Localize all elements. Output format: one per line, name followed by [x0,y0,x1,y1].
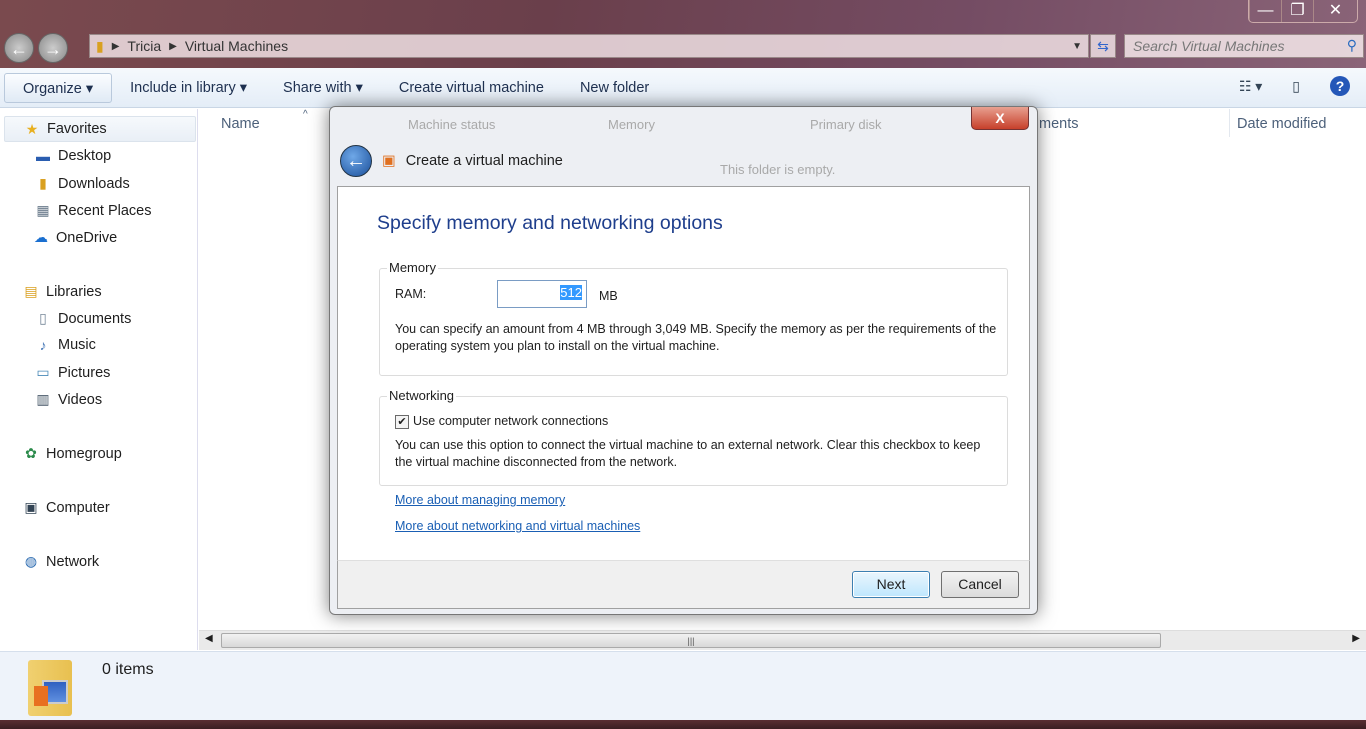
memory-group: Memory RAM: 512 MB You can specify an am… [379,260,1008,376]
details-pane: 0 items [0,651,1366,720]
preview-pane-icon[interactable]: ▯ [1292,78,1300,95]
refresh-button[interactable]: ⇆ [1090,34,1116,58]
ram-input[interactable]: 512 [497,280,587,308]
column-name[interactable]: Name [221,116,260,132]
title-bar: — ❐ ✕ ← → ▮ ▶ Tricia ▶ Virtual Machines … [0,0,1366,68]
sidebar-libraries[interactable]: ▤ Libraries [22,283,101,300]
virtual-machine-icon: ▣ [382,153,396,169]
column-memory: Memory [608,117,655,132]
column-machine-status: Machine status [408,117,496,132]
scrollbar-thumb[interactable]: ||| [221,633,1161,648]
ram-label: RAM: [395,287,427,301]
cloud-icon: ☁ [34,229,48,245]
memory-help-text: You can specify an amount from 4 MB thro… [395,322,997,353]
forward-button[interactable]: → [38,33,68,63]
sidebar-network[interactable]: ◍ Network [22,553,99,570]
minimize-button[interactable]: — [1249,0,1281,22]
homegroup-icon: ✿ [25,445,37,461]
pictures-icon: ▭ [36,364,50,380]
navigation-pane: ★ Favorites ▬ Desktop ▮ Downloads ▦ Recent P… [0,109,198,650]
networking-help-link[interactable]: More about networking and virtual machin… [395,519,640,533]
window-controls: — ❐ ✕ [1248,0,1358,23]
documents-icon: ▯ [39,310,47,326]
network-checkbox-row[interactable]: ✔ Use computer network connections [395,413,608,430]
new-folder-button[interactable]: New folder [562,73,667,103]
folder-icon: ▮ [96,37,104,54]
address-bar[interactable]: ▮ ▶ Tricia ▶ Virtual Machines ▼ [89,34,1089,58]
column-primary-disk: Primary disk [810,117,882,132]
taskbar [0,720,1366,729]
dialog-close-button[interactable]: X [971,107,1029,130]
help-icon[interactable]: ? [1330,76,1350,96]
recent-places-icon: ▦ [36,202,50,218]
empty-folder-text: This folder is empty. [720,162,836,177]
organize-button[interactable]: Organize ▾ [4,72,113,103]
column-date-modified[interactable]: Date modified [1237,116,1326,132]
libraries-icon: ▤ [24,283,38,299]
page-heading: Specify memory and networking options [377,212,723,234]
dialog-title: Create a virtual machine [405,153,563,169]
horizontal-scrollbar[interactable]: ◀ ||| ▶ [199,630,1366,650]
music-icon: ♪ [39,337,47,353]
ram-unit: MB [599,289,618,303]
dialog-back-button[interactable]: ← [340,145,372,177]
scroll-left-icon[interactable]: ◀ [205,633,213,644]
command-bar: Organize ▾ Include in library ▾ Share wi… [0,68,1366,108]
desktop-icon: ▬ [36,148,50,164]
search-icon[interactable]: ⚲ [1347,37,1357,54]
view-options-icon[interactable]: ☷ ▾ [1239,78,1262,95]
share-with-button[interactable]: Share with ▾ [265,73,381,103]
networking-help-text: You can use this option to connect the v… [395,438,981,469]
chevron-right-icon: ▶ [111,40,120,52]
next-button[interactable]: Next [852,571,930,598]
sidebar-favorites[interactable]: ★ Favorites [4,116,196,142]
create-virtual-machine-button[interactable]: Create virtual machine [381,73,562,103]
sidebar-item-onedrive[interactable]: ☁ OneDrive [32,229,117,246]
memory-legend: Memory [387,260,438,275]
videos-icon: ▥ [36,391,50,407]
networking-legend: Networking [387,388,457,403]
networking-group: Networking ✔ Use computer network connect… [379,388,1008,486]
memory-help-link[interactable]: More about managing memory [395,493,565,507]
virtual-machines-folder-icon [28,660,72,716]
downloads-icon: ▮ [39,175,47,191]
computer-icon: ▣ [24,499,38,515]
sidebar-item-desktop[interactable]: ▬ Desktop [34,148,111,164]
sidebar-item-pictures[interactable]: ▭ Pictures [34,364,110,381]
cancel-button[interactable]: Cancel [941,571,1019,598]
sidebar-computer[interactable]: ▣ Computer [22,499,109,516]
scroll-right-icon[interactable]: ▶ [1352,633,1360,644]
chevron-right-icon: ▶ [169,40,177,52]
sidebar-item-recent-places[interactable]: ▦ Recent Places [34,202,151,219]
network-icon: ◍ [24,553,38,569]
restore-button[interactable]: ❐ [1281,0,1313,22]
breadcrumb-virtual-machines[interactable]: Virtual Machines [185,38,288,54]
include-in-library-button[interactable]: Include in library ▾ [112,73,265,103]
sidebar-homegroup[interactable]: ✿ Homegroup [22,445,122,462]
sidebar-item-downloads[interactable]: ▮ Downloads [34,175,130,192]
search-input[interactable]: Search Virtual Machines ⚲ [1124,34,1364,58]
sidebar-item-documents[interactable]: ▯ Documents [34,310,131,327]
network-checkbox[interactable]: ✔ [395,414,409,429]
sidebar-item-videos[interactable]: ▥ Videos [34,391,102,408]
column-comments[interactable]: ments [1039,116,1079,132]
close-window-button[interactable]: ✕ [1313,0,1357,22]
sidebar-item-music[interactable]: ♪ Music [34,337,96,353]
create-vm-dialog: Machine status Memory Primary disk This … [329,106,1038,615]
back-button[interactable]: ← [4,33,34,63]
breadcrumb-tricia[interactable]: Tricia [127,38,161,54]
dropdown-arrow-icon[interactable]: ▼ [1072,41,1082,52]
item-count: 0 items [102,661,154,678]
sort-ascending-icon: ^ [303,109,308,120]
star-icon: ★ [25,120,39,137]
